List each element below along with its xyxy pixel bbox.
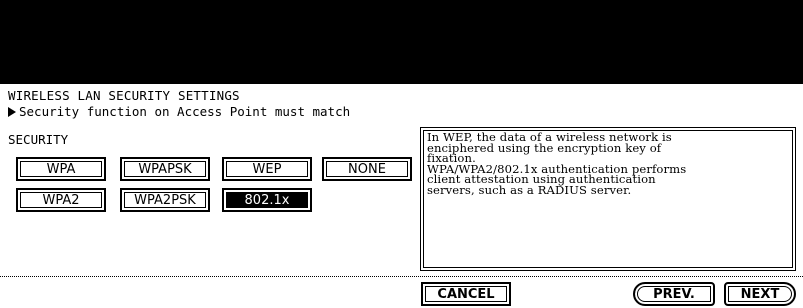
security-section-label: SECURITY [8, 132, 69, 147]
prev-button[interactable]: PREV. [633, 282, 715, 306]
page-title: WIRELESS LAN SECURITY SETTINGS [8, 88, 240, 103]
header-band [0, 0, 803, 84]
subtitle-text: Security function on Access Point must m… [19, 104, 351, 119]
security-option-wpapsk[interactable]: WPAPSK [120, 157, 210, 181]
footer-divider [0, 276, 803, 277]
security-option-wpa2[interactable]: WPA2 [16, 188, 106, 212]
security-option-none[interactable]: NONE [322, 157, 412, 181]
cancel-button[interactable]: CANCEL [421, 282, 511, 306]
security-option-8021x[interactable]: 802.1x [222, 188, 312, 212]
security-option-wpa[interactable]: WPA [16, 157, 106, 181]
next-button[interactable]: NEXT [724, 282, 796, 306]
triangle-right-icon [8, 107, 16, 117]
security-option-wpa2psk[interactable]: WPA2PSK [120, 188, 210, 212]
subtitle: Security function on Access Point must m… [8, 104, 350, 119]
info-text: In WEP, the data of a wireless network i… [423, 130, 793, 268]
security-option-wep[interactable]: WEP [222, 157, 312, 181]
info-panel: In WEP, the data of a wireless network i… [420, 127, 796, 271]
